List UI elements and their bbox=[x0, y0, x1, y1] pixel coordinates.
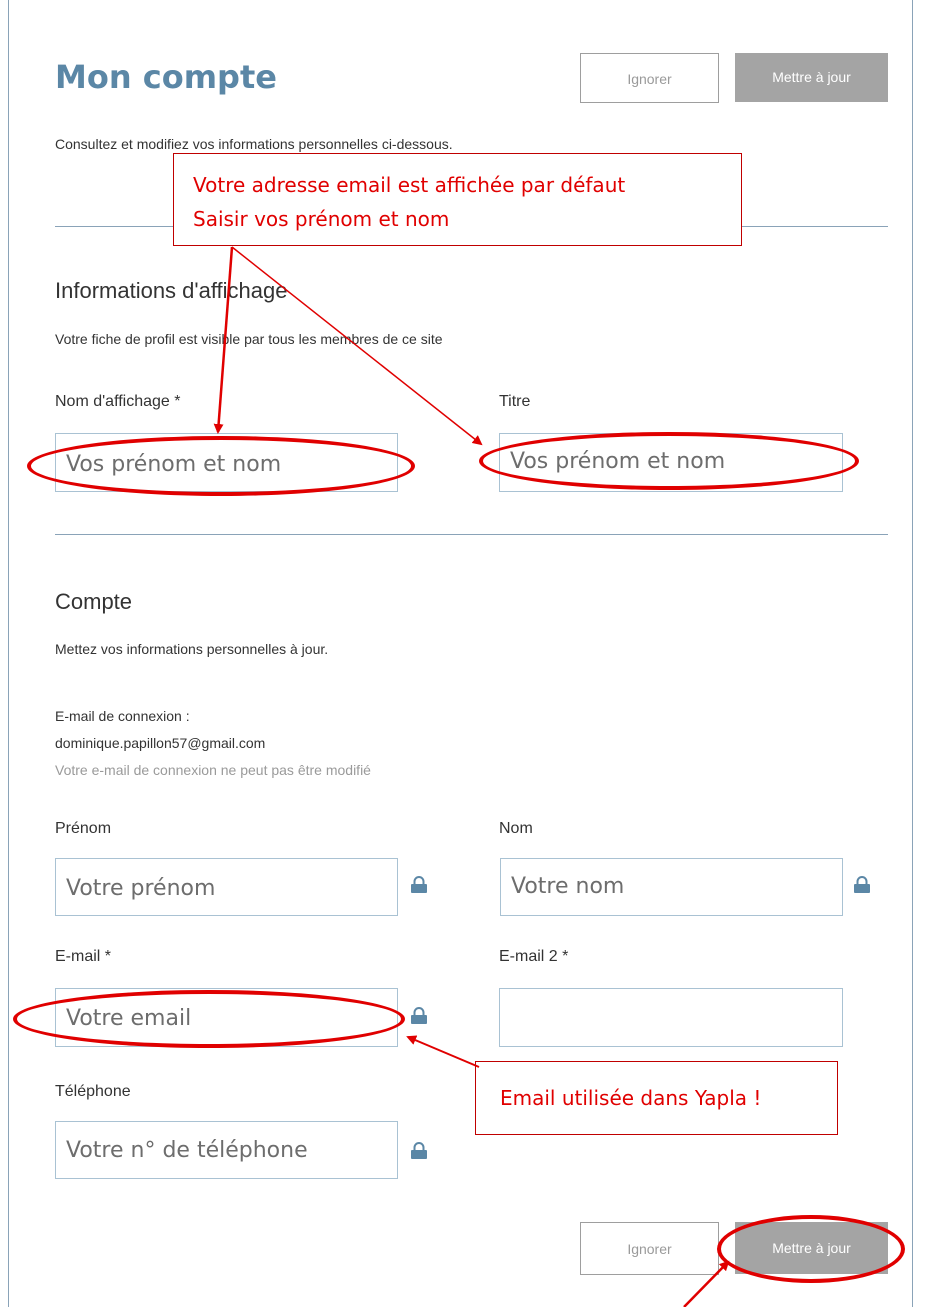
lock-icon bbox=[854, 876, 870, 893]
login-email-value: dominique.papillon57@gmail.com bbox=[55, 735, 266, 751]
title-input[interactable]: Vos prénom et nom bbox=[499, 433, 843, 492]
phone-input[interactable]: Votre n° de téléphone bbox=[55, 1121, 398, 1179]
title-label: Titre bbox=[499, 393, 531, 410]
email-input[interactable]: Votre email bbox=[55, 988, 398, 1047]
email-label: E-mail * bbox=[55, 948, 112, 965]
email2-input[interactable] bbox=[499, 988, 843, 1047]
callout-box-email: Email utilisée dans Yapla ! bbox=[475, 1061, 838, 1135]
firstname-input[interactable]: Votre prénom bbox=[55, 858, 398, 916]
lastname-input[interactable]: Votre nom bbox=[500, 858, 843, 916]
section-title-account: Compte bbox=[55, 589, 133, 614]
phone-label: Téléphone bbox=[55, 1083, 131, 1100]
callout-top-line-1: Votre adresse email est affichée par déf… bbox=[193, 173, 626, 197]
update-button-bottom[interactable]: Mettre à jour bbox=[735, 1222, 888, 1274]
login-email-label: E-mail de connexion : bbox=[55, 708, 190, 724]
update-button-top[interactable]: Mettre à jour bbox=[735, 53, 888, 102]
firstname-label: Prénom bbox=[55, 820, 112, 837]
divider bbox=[55, 534, 888, 535]
display-name-input[interactable]: Vos prénom et nom bbox=[55, 433, 398, 492]
lock-icon bbox=[411, 876, 427, 893]
lastname-label: Nom bbox=[499, 820, 533, 837]
lock-icon bbox=[411, 1142, 427, 1159]
section-title-display: Informations d'affichage bbox=[55, 278, 288, 303]
email2-label: E-mail 2 * bbox=[499, 948, 569, 965]
callout-top-line-2: Saisir vos prénom et nom bbox=[193, 207, 450, 231]
lock-icon bbox=[411, 1007, 427, 1024]
ignore-button-bottom[interactable]: Ignorer bbox=[580, 1222, 719, 1275]
login-email-note: Votre e-mail de connexion ne peut pas êt… bbox=[55, 762, 371, 778]
ignore-button-top[interactable]: Ignorer bbox=[580, 53, 719, 103]
callout-box-top: Votre adresse email est affichée par déf… bbox=[173, 153, 742, 246]
display-description: Votre fiche de profil est visible par to… bbox=[55, 331, 443, 347]
page-title: Mon compte bbox=[55, 58, 277, 96]
display-name-label: Nom d'affichage * bbox=[55, 393, 181, 410]
account-description: Mettez vos informations personnelles à j… bbox=[55, 641, 329, 657]
